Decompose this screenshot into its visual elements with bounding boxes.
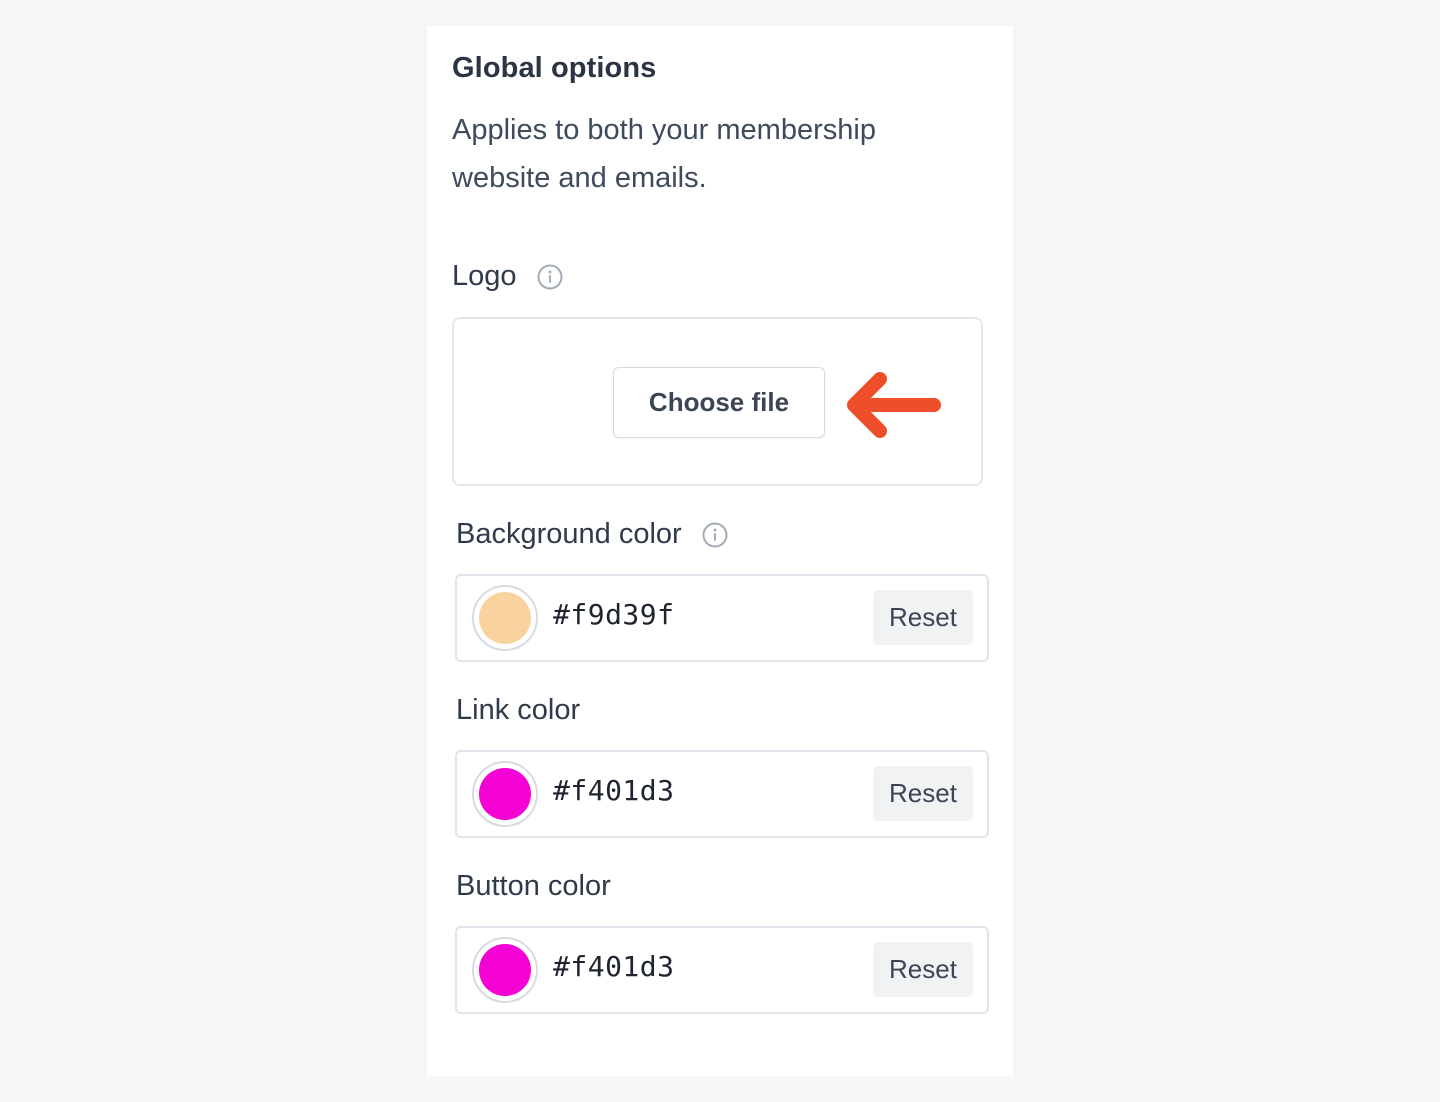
button-color-label: Button color (456, 870, 611, 902)
link-color-label: Link color (456, 694, 581, 726)
section-title: Global options (452, 52, 657, 84)
logo-label: Logo (452, 260, 517, 292)
arrow-left-icon (847, 372, 941, 438)
color-swatch (479, 768, 531, 820)
info-icon[interactable] (537, 264, 563, 290)
info-icon[interactable] (702, 522, 728, 548)
background-color-value[interactable]: #f9d39f (553, 598, 675, 631)
background-color-field[interactable]: #f9d39f Reset (455, 574, 989, 662)
background-color-label-row: Background color (456, 518, 728, 551)
link-color-value[interactable]: #f401d3 (553, 774, 675, 807)
choose-file-button[interactable]: Choose file (613, 367, 825, 438)
link-color-reset-button[interactable]: Reset (873, 766, 973, 821)
button-color-value[interactable]: #f401d3 (553, 950, 675, 983)
color-swatch (479, 944, 531, 996)
global-options-panel: Global options Applies to both your memb… (427, 26, 1013, 1076)
link-color-label-row: Link color (456, 694, 580, 727)
button-color-label-row: Button color (456, 870, 611, 903)
logo-label-row: Logo (452, 260, 563, 293)
logo-upload-box[interactable]: Choose file (452, 317, 983, 486)
button-color-reset-button[interactable]: Reset (873, 942, 973, 997)
button-color-field[interactable]: #f401d3 Reset (455, 926, 989, 1014)
color-swatch-picker[interactable] (472, 937, 538, 1003)
background-color-reset-button[interactable]: Reset (873, 590, 973, 645)
color-swatch (479, 592, 531, 644)
color-swatch-picker[interactable] (472, 585, 538, 651)
background-color-label: Background color (456, 518, 682, 550)
color-swatch-picker[interactable] (472, 761, 538, 827)
link-color-field[interactable]: #f401d3 Reset (455, 750, 989, 838)
section-subtitle: Applies to both your membership website … (452, 114, 876, 194)
